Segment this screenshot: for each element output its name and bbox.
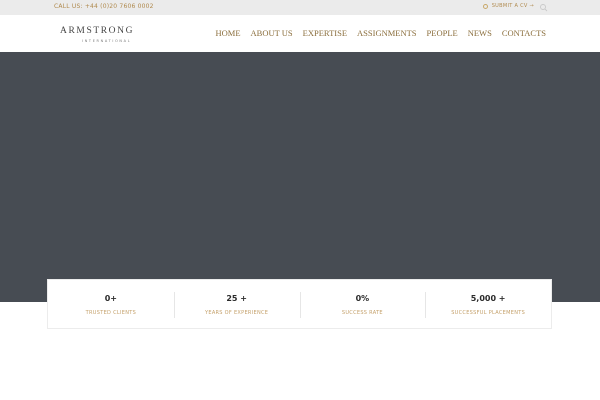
submit-cv-label: SUBMIT A CV →	[491, 3, 534, 9]
site-header: ARMSTRONG INTERNATIONAL HOME ABOUT US EX…	[0, 15, 600, 52]
nav-about-us[interactable]: ABOUT US	[251, 28, 293, 38]
top-bar: CALL US: +44 (0)20 7606 0002 SUBMIT A CV…	[0, 0, 600, 15]
hero-banner	[0, 52, 600, 302]
stats-panel: 0+ TRUSTED CLIENTS 25 + YEARS OF EXPERIE…	[47, 279, 552, 329]
call-us-text[interactable]: CALL US: +44 (0)20 7606 0002	[54, 3, 154, 10]
stat-success-rate: 0% SUCCESS RATE	[299, 280, 426, 328]
stat-trusted-clients: 0+ TRUSTED CLIENTS	[48, 280, 174, 328]
stat-value: 0+	[104, 294, 118, 303]
nav-news[interactable]: NEWS	[468, 28, 492, 38]
nav-expertise[interactable]: EXPERTISE	[303, 28, 347, 38]
stat-label: YEARS OF EXPERIENCE	[205, 310, 269, 316]
stat-value: 0%	[355, 294, 370, 303]
stat-successful-placements: 5,000 + SUCCESSFUL PLACEMENTS	[425, 280, 551, 328]
map-pin-icon	[482, 3, 488, 9]
logo-wordmark: ARMSTRONG	[60, 26, 135, 36]
stat-value: 25 +	[226, 294, 247, 303]
search-icon[interactable]	[539, 3, 549, 12]
stat-value: 5,000 +	[470, 294, 506, 303]
nav-people[interactable]: PEOPLE	[427, 28, 458, 38]
nav-home[interactable]: HOME	[216, 28, 241, 38]
stat-label: SUCCESSFUL PLACEMENTS	[451, 310, 526, 316]
nav-contacts[interactable]: CONTACTS	[502, 28, 546, 38]
stat-years-experience: 25 + YEARS OF EXPERIENCE	[173, 280, 300, 328]
stat-label: TRUSTED CLIENTS	[85, 310, 137, 316]
main-nav: HOME ABOUT US EXPERTISE ASSIGNMENTS PEOP…	[216, 28, 546, 38]
nav-assignments[interactable]: ASSIGNMENTS	[357, 28, 417, 38]
logo[interactable]: ARMSTRONG INTERNATIONAL	[60, 26, 132, 50]
logo-tagline: INTERNATIONAL	[82, 39, 132, 43]
submit-cv-link[interactable]: SUBMIT A CV →	[482, 3, 534, 9]
stat-label: SUCCESS RATE	[341, 310, 383, 316]
